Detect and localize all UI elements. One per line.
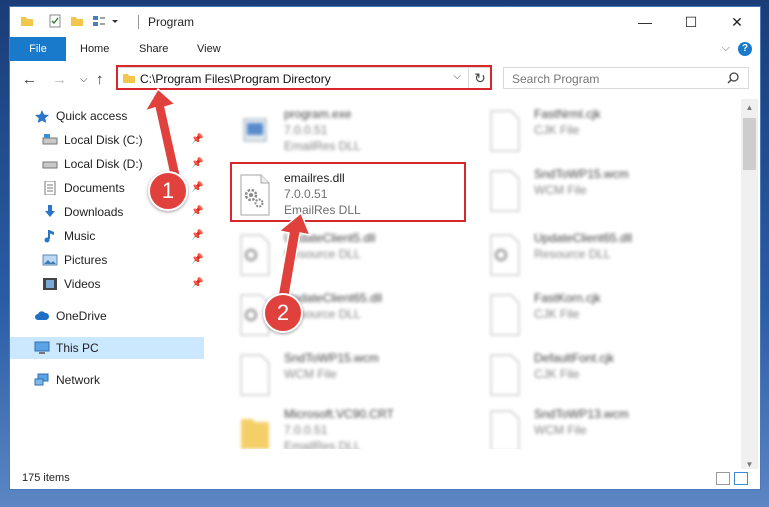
callout-arrows <box>143 87 312 310</box>
step-badge-1: 1 <box>148 171 188 211</box>
step-badge-2: 2 <box>263 293 303 333</box>
explorer-window: Program — ☐ ✕ File Home Share View ⌵ ? ←… <box>9 6 761 490</box>
